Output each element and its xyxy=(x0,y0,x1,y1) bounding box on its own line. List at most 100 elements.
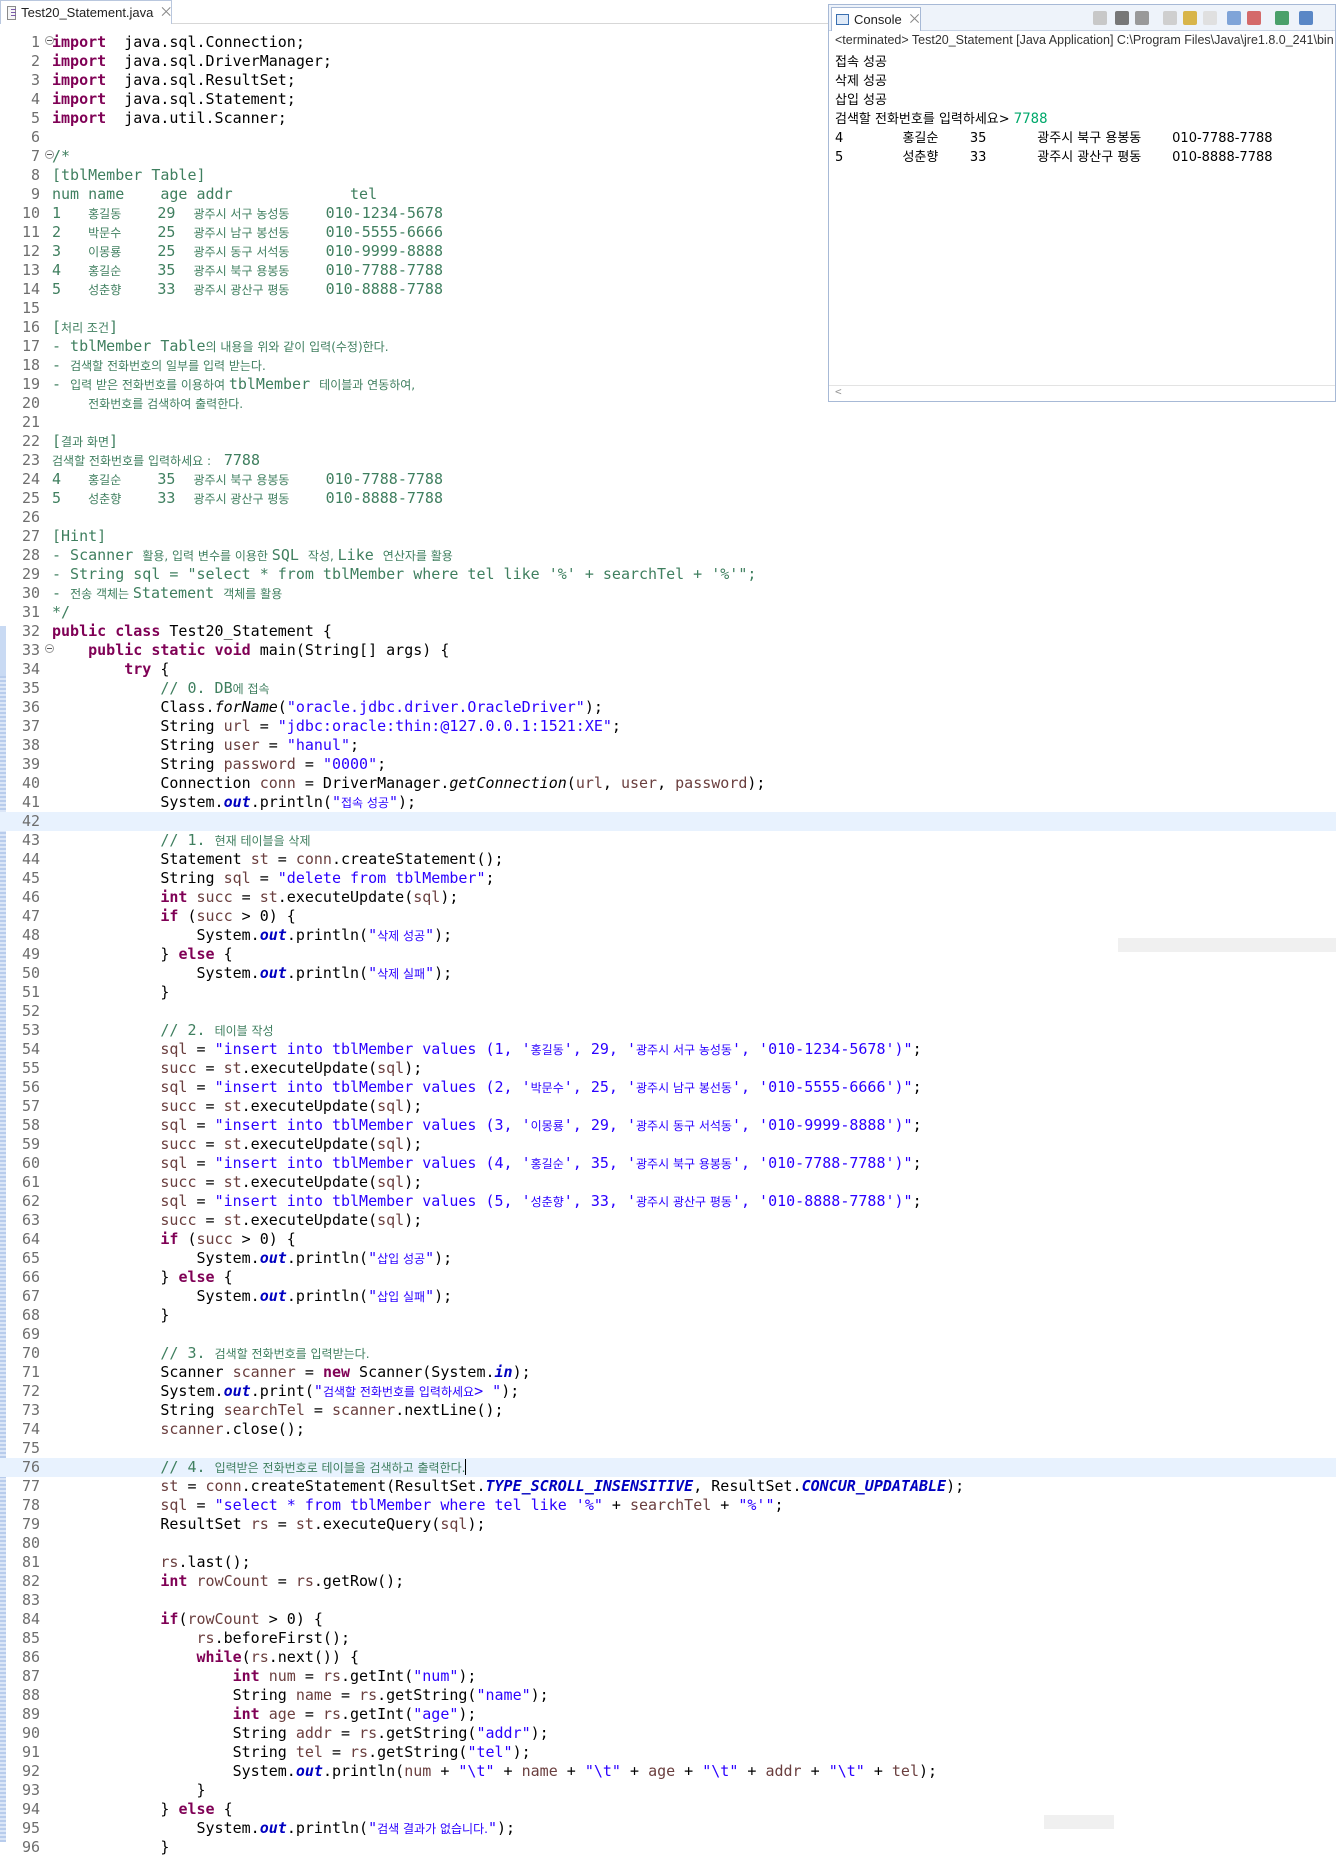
code-line[interactable]: 23 검색할 전화번호를 입력하세요 : 7788 xyxy=(0,451,1336,470)
code-line[interactable]: 26 xyxy=(0,508,1336,527)
scroll-lock-icon[interactable] xyxy=(1183,11,1197,25)
code-line[interactable]: 39 String password = "0000"; xyxy=(0,755,1336,774)
code-line[interactable]: 54 sql = "insert into tblMember values (… xyxy=(0,1040,1336,1059)
code-token: "\t" xyxy=(828,1762,865,1780)
code-line[interactable]: 25 5 성춘향 33 광주시 광산구 평동 010-8888-7788 xyxy=(0,489,1336,508)
code-line[interactable]: 90 String addr = rs.getString("addr"); xyxy=(0,1724,1336,1743)
code-line[interactable]: 43 // 1. 현재 테이블을 삭제 xyxy=(0,831,1336,850)
code-line[interactable]: 47 if (succ > 0) { xyxy=(0,907,1336,926)
code-line[interactable]: 83 xyxy=(0,1591,1336,1610)
fold-toggle-icon[interactable] xyxy=(45,36,54,45)
code-line[interactable]: 87 int num = rs.getInt("num"); xyxy=(0,1667,1336,1686)
word-wrap-icon[interactable] xyxy=(1203,11,1217,25)
code-line[interactable]: 55 succ = st.executeUpdate(sql); xyxy=(0,1059,1336,1078)
code-line[interactable]: 94 } else { xyxy=(0,1800,1336,1819)
code-line[interactable]: 45 String sql = "delete from tblMember"; xyxy=(0,869,1336,888)
code-line[interactable]: 37 String url = "jdbc:oracle:thin:@127.0… xyxy=(0,717,1336,736)
code-line[interactable]: 84 if(rowCount > 0) { xyxy=(0,1610,1336,1629)
code-line[interactable]: 65 System.out.println("삽입 성공"); xyxy=(0,1249,1336,1268)
code-line[interactable]: 30- 전송 객체는 Statement 객체를 활용 xyxy=(0,584,1336,603)
code-line[interactable]: 78 sql = "select * from tblMember where … xyxy=(0,1496,1336,1515)
code-line[interactable]: 66 } else { xyxy=(0,1268,1336,1287)
code-line[interactable]: 27 [Hint] xyxy=(0,527,1336,546)
code-line[interactable]: 88 String name = rs.getString("name"); xyxy=(0,1686,1336,1705)
console-horizontal-scrollbar[interactable]: < xyxy=(829,385,1335,399)
code-line[interactable]: 33 public static void main(String[] args… xyxy=(0,641,1336,660)
console-view[interactable]: Console ⨉ <terminated> Test20_Statement … xyxy=(828,4,1336,402)
scroll-left-icon[interactable]: < xyxy=(835,385,842,398)
code-line[interactable]: 63 succ = st.executeUpdate(sql); xyxy=(0,1211,1336,1230)
code-line[interactable]: 50 System.out.println("삭제 실패"); xyxy=(0,964,1336,983)
code-line[interactable]: 86 while(rs.next()) { xyxy=(0,1648,1336,1667)
code-line[interactable]: 71 Scanner scanner = new Scanner(System.… xyxy=(0,1363,1336,1382)
code-line[interactable]: 67 System.out.println("삽입 실패"); xyxy=(0,1287,1336,1306)
code-line[interactable]: 42 xyxy=(0,812,1336,831)
code-line[interactable]: 59 succ = st.executeUpdate(sql); xyxy=(0,1135,1336,1154)
code-line[interactable]: 70 // 3. 검색할 전화번호를 입력받는다. xyxy=(0,1344,1336,1363)
line-number: 32 xyxy=(21,622,40,640)
code-line[interactable]: 77 st = conn.createStatement(ResultSet.T… xyxy=(0,1477,1336,1496)
remove-all-icon[interactable] xyxy=(1135,11,1149,25)
code-line[interactable]: 89 int age = rs.getInt("age"); xyxy=(0,1705,1336,1724)
code-line[interactable]: 28 - Scanner 활용, 입력 변수를 이용한 SQL 작성, Like … xyxy=(0,546,1336,565)
code-line[interactable]: 93 } xyxy=(0,1781,1336,1800)
code-token: 성춘향 xyxy=(88,283,122,297)
code-line[interactable]: 79 ResultSet rs = st.executeQuery(sql); xyxy=(0,1515,1336,1534)
code-line[interactable]: 46 int succ = st.executeUpdate(sql); xyxy=(0,888,1336,907)
code-line[interactable]: 31 */ xyxy=(0,603,1336,622)
code-line[interactable]: 74 scanner.close(); xyxy=(0,1420,1336,1439)
code-line[interactable]: 34 try { xyxy=(0,660,1336,679)
code-line[interactable]: 22 [결과 화면] xyxy=(0,432,1336,451)
code-line[interactable]: 38 String user = "hanul"; xyxy=(0,736,1336,755)
code-line[interactable]: 80 xyxy=(0,1534,1336,1553)
code-line[interactable]: 82 int rowCount = rs.getRow(); xyxy=(0,1572,1336,1591)
show-on-output-icon[interactable] xyxy=(1227,11,1241,25)
code-line[interactable]: 36 Class.forName("oracle.jdbc.driver.Ora… xyxy=(0,698,1336,717)
show-on-error-icon[interactable] xyxy=(1247,11,1261,25)
code-line[interactable]: 24 4 홍길순 35 광주시 북구 용봉동 010-7788-7788 xyxy=(0,470,1336,489)
code-line[interactable]: 95 System.out.println("검색 결과가 없습니다."); xyxy=(0,1819,1336,1838)
code-line[interactable]: 73 String searchTel = scanner.nextLine()… xyxy=(0,1401,1336,1420)
code-line[interactable]: 61 succ = st.executeUpdate(sql); xyxy=(0,1173,1336,1192)
code-line[interactable]: 92 System.out.println(num + "\t" + name … xyxy=(0,1762,1336,1781)
code-line[interactable]: 85 rs.beforeFirst(); xyxy=(0,1629,1336,1648)
display-console-icon[interactable] xyxy=(1299,11,1313,25)
code-line[interactable]: 40 Connection conn = DriverManager.getCo… xyxy=(0,774,1336,793)
code-line[interactable]: 60 sql = "insert into tblMember values (… xyxy=(0,1154,1336,1173)
code-line[interactable]: 68 } xyxy=(0,1306,1336,1325)
code-line[interactable]: 56 sql = "insert into tblMember values (… xyxy=(0,1078,1336,1097)
code-token: System. xyxy=(52,926,260,944)
code-token: int xyxy=(160,888,188,906)
line-number: 52 xyxy=(21,1002,40,1020)
code-line[interactable]: 53 // 2. 테이블 작성 xyxy=(0,1021,1336,1040)
clear-console-icon[interactable] xyxy=(1163,11,1177,25)
code-line[interactable]: 44 Statement st = conn.createStatement()… xyxy=(0,850,1336,869)
code-line[interactable]: 76 // 4. 입력받은 전화번호로 테이블을 검색하고 출력한다. xyxy=(0,1458,1336,1477)
code-line[interactable]: 52 xyxy=(0,1002,1336,1021)
code-line[interactable]: 57 succ = st.executeUpdate(sql); xyxy=(0,1097,1336,1116)
code-line[interactable]: 64 if (succ > 0) { xyxy=(0,1230,1336,1249)
code-line[interactable]: 41 System.out.println("접속 성공"); xyxy=(0,793,1336,812)
close-icon[interactable]: ⨉ xyxy=(161,5,171,20)
console-tab[interactable]: Console ⨉ xyxy=(831,7,921,31)
remove-launch-icon[interactable] xyxy=(1115,11,1129,25)
code-line[interactable]: 51 } xyxy=(0,983,1336,1002)
editor-tab[interactable]: Test20_Statement.java ⨉ xyxy=(0,0,172,24)
code-line[interactable]: 62 sql = "insert into tblMember values (… xyxy=(0,1192,1336,1211)
pin-console-icon[interactable] xyxy=(1275,11,1289,25)
code-line[interactable]: 81 rs.last(); xyxy=(0,1553,1336,1572)
code-line[interactable]: 96 } xyxy=(0,1838,1336,1857)
close-icon[interactable]: ⨉ xyxy=(910,12,920,27)
code-line[interactable]: 72 System.out.print("검색할 전화번호를 입력하세요> ")… xyxy=(0,1382,1336,1401)
code-line[interactable]: 69 xyxy=(0,1325,1336,1344)
code-line[interactable]: 58 sql = "insert into tblMember values (… xyxy=(0,1116,1336,1135)
code-line[interactable]: 91 String tel = rs.getString("tel"); xyxy=(0,1743,1336,1762)
fold-toggle-icon[interactable] xyxy=(45,150,54,159)
code-line[interactable]: 75 xyxy=(0,1439,1336,1458)
terminate-icon[interactable] xyxy=(1093,11,1107,25)
fold-toggle-icon[interactable] xyxy=(45,644,54,653)
code-line[interactable]: 21 xyxy=(0,413,1336,432)
code-line[interactable]: 35 // 0. DB에 접속 xyxy=(0,679,1336,698)
code-line[interactable]: 32 public class Test20_Statement { xyxy=(0,622,1336,641)
code-line[interactable]: 29 - String sql = "select * from tblMembe… xyxy=(0,565,1336,584)
